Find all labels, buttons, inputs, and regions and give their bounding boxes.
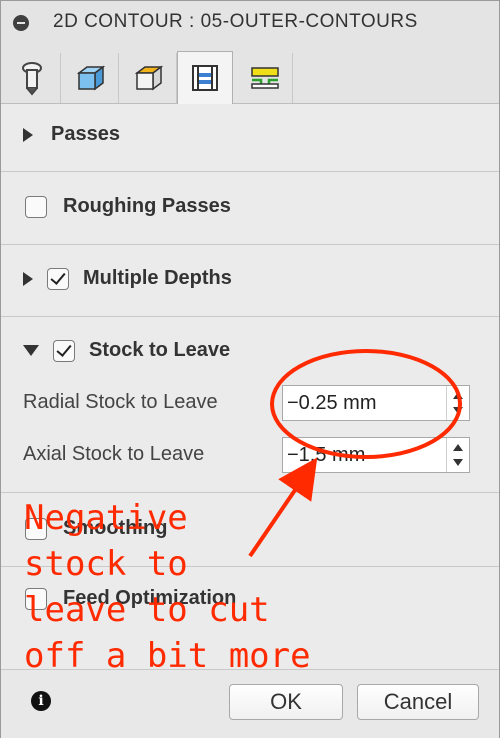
radial-stock-label: Radial Stock to Leave — [23, 391, 218, 413]
increment-arrow-icon[interactable] — [453, 444, 463, 451]
dialog-footer: i OK Cancel — [1, 669, 499, 738]
section-stock-to-leave: Stock to Leave Radial Stock to Leave −0.… — [1, 317, 499, 493]
annotation-text: Negative stock to leave to cut off a bit… — [24, 498, 311, 676]
title-bar: 2D CONTOUR : 05-OUTER-CONTOURS — [1, 1, 499, 46]
tab-bar — [1, 45, 499, 104]
decrement-arrow-icon[interactable] — [453, 407, 463, 414]
section-roughing-passes: Roughing Passes — [1, 172, 499, 245]
info-icon[interactable]: i — [31, 691, 51, 711]
section-multiple-depths: Multiple Depths — [1, 245, 499, 317]
multiple-depths-label: Multiple Depths — [83, 267, 232, 289]
radial-stock-input[interactable]: −0.25 mm — [282, 385, 470, 421]
cancel-button[interactable]: Cancel — [357, 684, 479, 720]
passes-label: Passes — [51, 123, 120, 145]
tab-passes[interactable] — [177, 51, 233, 104]
roughing-passes-label: Roughing Passes — [63, 195, 231, 217]
tab-geometry[interactable] — [63, 53, 119, 103]
tab-heights[interactable] — [121, 53, 177, 103]
radial-stock-stepper[interactable] — [446, 386, 469, 420]
decrement-arrow-icon[interactable] — [453, 459, 463, 466]
stock-to-leave-label: Stock to Leave — [89, 339, 231, 361]
tab-tool[interactable] — [5, 53, 61, 103]
ok-button[interactable]: OK — [229, 684, 343, 720]
multiple-depths-checkbox[interactable] — [47, 267, 69, 290]
section-passes[interactable]: Passes — [1, 104, 499, 172]
dialog-title: 2D CONTOUR : 05-OUTER-CONTOURS — [53, 11, 418, 32]
radial-stock-value: −0.25 mm — [287, 392, 377, 414]
linking-icon — [250, 67, 279, 89]
passes-icon — [192, 65, 218, 91]
tool-icon — [21, 62, 42, 96]
increment-arrow-icon[interactable] — [453, 392, 463, 399]
stock-to-leave-checkbox[interactable] — [53, 339, 75, 362]
heights-icon — [134, 65, 163, 91]
axial-stock-label: Axial Stock to Leave — [23, 443, 205, 465]
axial-stock-value: −1.5 mm — [287, 444, 366, 466]
tab-linking[interactable] — [237, 53, 293, 103]
axial-stock-stepper[interactable] — [446, 438, 469, 472]
collapse-icon[interactable] — [13, 15, 29, 31]
roughing-passes-checkbox[interactable] — [25, 195, 47, 218]
geometry-icon — [76, 65, 105, 91]
expand-arrow-icon[interactable] — [23, 271, 33, 286]
collapse-arrow-icon[interactable] — [23, 345, 39, 356]
axial-stock-input[interactable]: −1.5 mm — [282, 437, 470, 473]
expand-arrow-icon[interactable] — [23, 127, 33, 142]
